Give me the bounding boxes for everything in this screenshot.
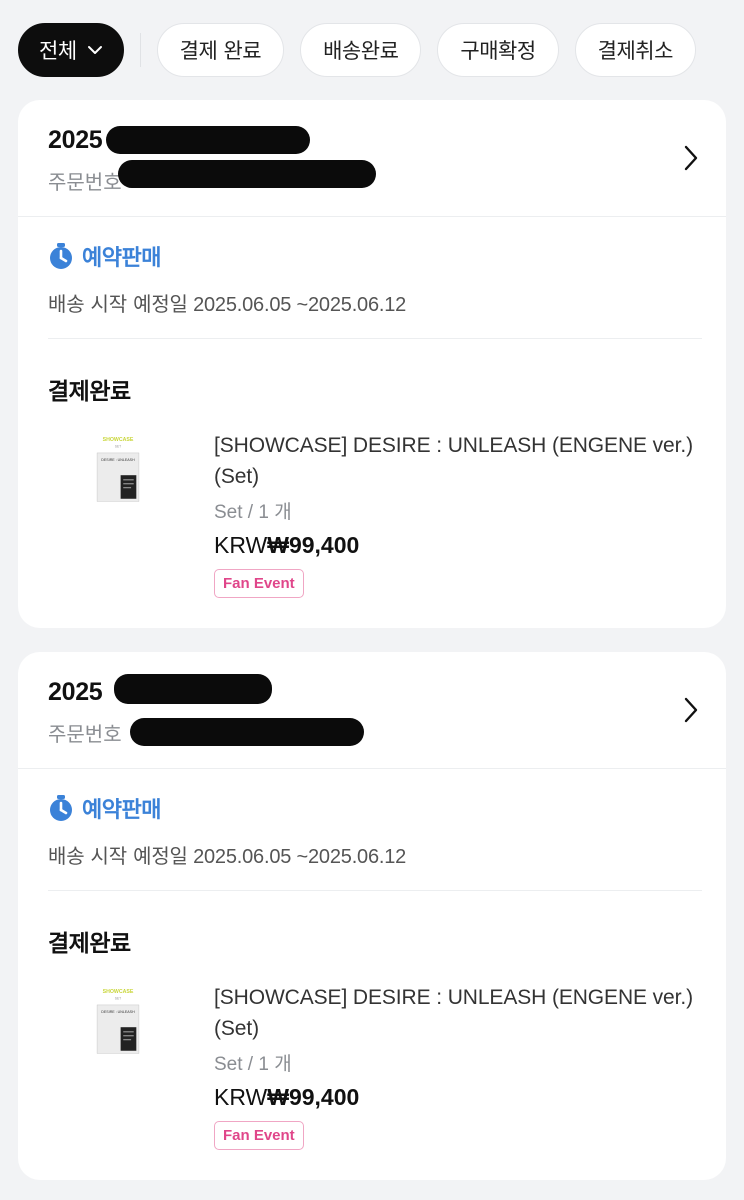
- filter-bar: 전체 결제 완료 배송완료 구매확정 결제취소: [0, 0, 744, 100]
- thumb-sub-text: SET: [115, 445, 121, 449]
- chevron-right-icon[interactable]: [682, 144, 700, 172]
- filter-chip-payment-complete[interactable]: 결제 완료: [156, 23, 285, 77]
- order-card: 2025 주문번호 예약판매 배송 시작 예정일 2025.06.05 ~202…: [18, 652, 726, 1180]
- preorder-tag: 예약판매: [48, 792, 161, 824]
- section-divider: [48, 890, 702, 891]
- thumb-album-text: DESIRE : UNLEASH: [101, 458, 135, 462]
- product-option: Set / 1 개: [214, 502, 292, 523]
- product-option: Set / 1 개: [214, 1054, 292, 1075]
- price-amount: ₩99,400: [267, 1084, 360, 1110]
- chevron-right-icon[interactable]: [682, 696, 700, 724]
- fan-event-badge: Fan Event: [214, 569, 304, 598]
- thumb-top-text: SHOWCASE: [103, 437, 134, 443]
- redaction-mark: [118, 160, 376, 188]
- thumb-album-text: DESIRE : UNLEASH: [101, 1010, 135, 1014]
- chevron-down-icon: [87, 46, 102, 54]
- product-price: KRW₩99,400: [214, 532, 359, 559]
- ship-date-label: 배송 시작 예정일: [48, 292, 188, 316]
- order-card: 2025 주문번호 예약판매 배송 시작 예정일 2025.06.05 ~202…: [18, 100, 726, 628]
- filter-chip-label: 구매확정: [460, 39, 536, 63]
- product-thumbnail[interactable]: SHOWCASE SET DESIRE : UNLEASH: [82, 984, 154, 1056]
- filter-chip-delivered[interactable]: 배송완료: [300, 23, 422, 77]
- preorder-label: 예약판매: [82, 246, 161, 271]
- filter-chip-payment-cancelled[interactable]: 결제취소: [574, 23, 696, 77]
- filter-all-dropdown[interactable]: 전체: [18, 23, 124, 77]
- ship-date: 배송 시작 예정일 2025.06.05 ~2025.06.12: [48, 840, 406, 869]
- order-header[interactable]: 2025 주문번호: [18, 100, 726, 217]
- product-name[interactable]: [SHOWCASE] DESIRE : UNLEASH (ENGENE ver.…: [214, 982, 694, 1044]
- ship-date-range: 2025.06.05 ~2025.06.12: [193, 294, 407, 316]
- section-divider: [48, 338, 702, 339]
- fan-event-badge: Fan Event: [214, 1121, 304, 1150]
- preorder-label: 예약판매: [82, 798, 161, 823]
- order-status: 결제완료: [48, 931, 131, 957]
- filter-chip-label: 결제 완료: [179, 39, 262, 63]
- price-amount: ₩99,400: [267, 532, 360, 558]
- filter-chip-label: 배송완료: [323, 39, 399, 63]
- ship-date: 배송 시작 예정일 2025.06.05 ~2025.06.12: [48, 288, 406, 317]
- product-name[interactable]: [SHOWCASE] DESIRE : UNLEASH (ENGENE ver.…: [214, 430, 694, 492]
- redaction-mark: [114, 674, 272, 704]
- redaction-mark: [130, 718, 364, 746]
- redaction-mark: [106, 126, 310, 154]
- filter-all-label: 전체: [39, 39, 77, 63]
- price-currency: KRW: [214, 1084, 268, 1110]
- ship-date-range: 2025.06.05 ~2025.06.12: [193, 846, 407, 868]
- product-price: KRW₩99,400: [214, 1084, 359, 1111]
- timer-icon: [50, 243, 72, 269]
- order-status: 결제완료: [48, 379, 131, 405]
- timer-icon: [50, 795, 72, 821]
- filter-divider: [139, 33, 141, 67]
- order-date: 2025: [48, 678, 103, 706]
- product-thumbnail[interactable]: SHOWCASE SET DESIRE : UNLEASH: [82, 432, 154, 504]
- order-date: 2025: [48, 126, 103, 154]
- thumb-top-text: SHOWCASE: [103, 989, 134, 995]
- filter-chip-purchase-confirmed[interactable]: 구매확정: [437, 23, 559, 77]
- order-number-label: 주문번호: [48, 170, 122, 194]
- order-header[interactable]: 2025 주문번호: [18, 652, 726, 769]
- preorder-tag: 예약판매: [48, 240, 161, 272]
- filter-chip-label: 결제취소: [597, 39, 674, 63]
- ship-date-label: 배송 시작 예정일: [48, 844, 188, 868]
- price-currency: KRW: [214, 532, 268, 558]
- thumb-sub-text: SET: [115, 997, 121, 1001]
- order-number-label: 주문번호: [48, 722, 122, 746]
